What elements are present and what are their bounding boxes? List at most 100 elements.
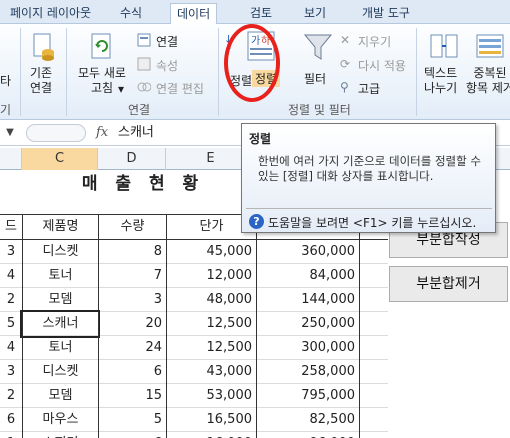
edit-links-button[interactable]: 연결 편집	[156, 80, 204, 97]
table-title: 매 출 현 황	[81, 174, 205, 194]
cell-price[interactable]: 43,000	[166, 360, 256, 384]
tab-view[interactable]: 보기	[298, 3, 332, 24]
group-separator	[20, 28, 21, 116]
cell-product[interactable]: 마우스	[22, 408, 98, 432]
cell-price[interactable]: 16,000	[166, 432, 256, 438]
cell-code[interactable]: 2	[0, 384, 22, 408]
properties-button[interactable]: 속성	[156, 57, 178, 74]
group-separator	[66, 28, 67, 116]
fx-icon[interactable]: fx	[96, 122, 108, 143]
name-box-dropdown-icon[interactable]: ▼	[0, 122, 20, 143]
cell-amount[interactable]: 360,000	[256, 240, 360, 264]
formula-input[interactable]: 스캐너	[114, 122, 254, 143]
cell-product[interactable]: 디스켓	[22, 360, 98, 384]
header-product[interactable]: 제품명	[22, 215, 98, 239]
cell-price[interactable]: 12,000	[166, 264, 256, 288]
table-row: 2 모뎀 3 48,000 144,000	[0, 288, 388, 312]
tab-formulas[interactable]: 수식	[114, 3, 148, 24]
filter-button[interactable]: 필터	[304, 70, 326, 87]
connections-button[interactable]: 연결	[156, 33, 178, 50]
cell-product[interactable]: 스피커	[22, 432, 98, 438]
cell-amount[interactable]: 82,500	[256, 408, 360, 432]
connections-icon	[137, 33, 151, 47]
cell-code[interactable]: 6	[0, 408, 22, 432]
ribbon-tab-bar: 페이지 레이아웃 수식 데이터 검토 보기 개발 도구	[0, 0, 510, 25]
cell-qty[interactable]: 20	[98, 312, 166, 336]
cell-qty[interactable]: 5	[98, 408, 166, 432]
cell-qty[interactable]: 8	[98, 240, 166, 264]
sort-filter-group-label: 정렬 및 필터	[288, 103, 351, 117]
cell-product[interactable]: 토너	[22, 264, 98, 288]
cell-amount[interactable]: 300,000	[256, 336, 360, 360]
cell-code[interactable]: 2	[0, 288, 22, 312]
column-header-partial[interactable]	[0, 148, 22, 170]
header-qty[interactable]: 수량	[98, 215, 166, 239]
connections-group-label: 연결	[128, 103, 151, 117]
cell-qty[interactable]: 7	[98, 264, 166, 288]
column-header-d[interactable]: D	[98, 148, 166, 170]
reapply-icon: ⟳	[340, 57, 351, 71]
subtotal-remove-button[interactable]: 부분합제거	[389, 266, 508, 302]
tooltip-body: 한번에 여러 가지 기준으로 데이터를 정렬할 수 있는 [정렬] 대화 상자를…	[258, 154, 481, 183]
existing-connections-button[interactable]: 기존 연결	[30, 66, 52, 96]
cell-qty[interactable]: 6	[98, 432, 166, 438]
filter-icon	[303, 34, 333, 60]
table-row: 5 스캐너 20 12,500 250,000	[0, 310, 388, 338]
table-row: 6 마우스 5 16,500 82,500	[0, 408, 388, 432]
refresh-all-icon	[91, 33, 111, 59]
formula-bar-handle[interactable]	[26, 124, 86, 142]
clear-button[interactable]: 지우기	[358, 33, 391, 50]
cell-product[interactable]: 모뎀	[22, 384, 98, 408]
cell-price[interactable]: 12,500	[166, 312, 256, 336]
tab-review[interactable]: 검토	[244, 3, 278, 24]
cell-price[interactable]: 48,000	[166, 288, 256, 312]
header-code[interactable]: 드	[0, 215, 22, 239]
cell-amount[interactable]: 795,000	[256, 384, 360, 408]
cell-amount[interactable]: 250,000	[256, 312, 360, 336]
cell-price[interactable]: 12,500	[166, 336, 256, 360]
cell-price[interactable]: 53,000	[166, 384, 256, 408]
table-row: 2 모뎀 15 53,000 795,000	[0, 384, 388, 408]
cell-qty[interactable]: 3	[98, 288, 166, 312]
advanced-icon: ⚲	[340, 80, 349, 94]
cell-amount[interactable]: 144,000	[256, 288, 360, 312]
properties-icon	[137, 57, 151, 71]
cell-price[interactable]: 45,000	[166, 240, 256, 264]
cell-product[interactable]: 디스켓	[22, 240, 98, 264]
column-header-c[interactable]: C	[22, 148, 98, 170]
cell-code[interactable]: 4	[0, 336, 22, 360]
cell-amount[interactable]: 96,000	[256, 432, 360, 438]
reapply-button[interactable]: 다시 적용	[358, 57, 406, 74]
cell-price[interactable]: 16,500	[166, 408, 256, 432]
cell-product[interactable]: 모뎀	[22, 288, 98, 312]
advanced-button[interactable]: 고급	[358, 80, 380, 97]
cell-product[interactable]: 토너	[22, 336, 98, 360]
group-separator	[416, 28, 417, 116]
table-row: 4 토너 7 12,000 84,000	[0, 264, 388, 288]
tab-data[interactable]: 데이터	[170, 3, 218, 25]
text-to-columns-icon	[430, 34, 458, 58]
cell-code[interactable]: 3	[0, 240, 22, 264]
tab-page-layout[interactable]: 페이지 레이아웃	[4, 3, 97, 24]
highlight-circle	[224, 24, 280, 102]
cell-code[interactable]: 4	[0, 264, 22, 288]
cell-product[interactable]: 스캐너	[20, 310, 100, 338]
remove-duplicates-button[interactable]: 중복된 항목 제거	[466, 66, 510, 96]
cell-qty[interactable]: 15	[98, 384, 166, 408]
cell-code[interactable]: 1	[0, 432, 22, 438]
cell-amount[interactable]: 258,000	[256, 360, 360, 384]
partial-left-label: 타	[0, 74, 12, 88]
cell-amount[interactable]: 84,000	[256, 264, 360, 288]
cell-qty[interactable]: 6	[98, 360, 166, 384]
tab-developer[interactable]: 개발 도구	[356, 3, 416, 24]
text-to-columns-button[interactable]: 텍스트 나누기	[424, 66, 457, 96]
edit-links-icon	[137, 82, 151, 92]
sort-tooltip: 정렬 한번에 여러 가지 기준으로 데이터를 정렬할 수 있는 [정렬] 대화 …	[241, 123, 496, 233]
cell-code[interactable]: 5	[0, 312, 22, 336]
table-row: 3 디스켓 8 45,000 360,000	[0, 240, 388, 264]
chevron-down-icon[interactable]: ▾	[118, 82, 124, 96]
clear-icon: ✕	[340, 33, 351, 47]
cell-qty[interactable]: 24	[98, 336, 166, 360]
cell-code[interactable]: 3	[0, 360, 22, 384]
table-row: 4 토너 24 12,500 300,000	[0, 336, 388, 360]
